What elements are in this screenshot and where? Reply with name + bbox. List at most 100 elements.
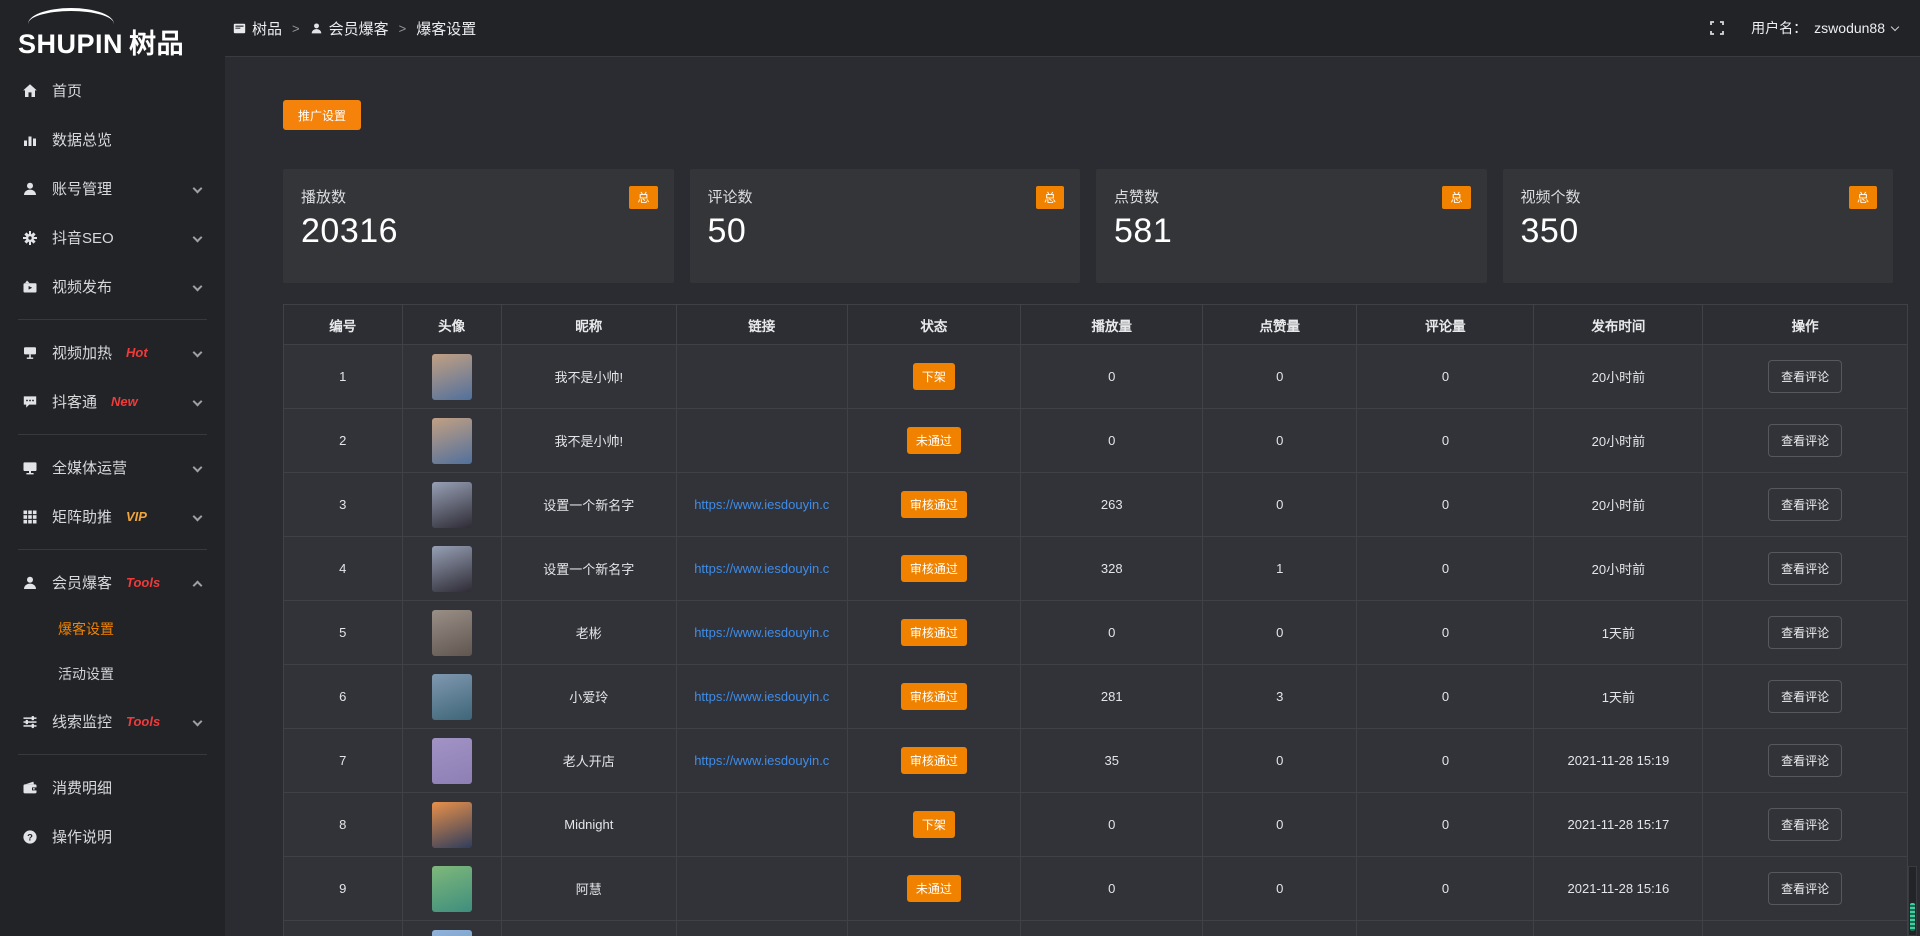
- table-header-row: 编号头像昵称链接状态播放量点赞量评论量发布时间操作: [284, 305, 1908, 345]
- sidebar-item-label: 账号管理: [52, 178, 112, 199]
- column-header: 状态: [847, 305, 1021, 345]
- sidebar-item-video-publish[interactable]: 视频发布: [0, 262, 225, 311]
- avatar: [432, 482, 472, 528]
- avatar-cell: [402, 601, 501, 665]
- username: zswodun88: [1814, 20, 1885, 36]
- sidebar-item-data-overview[interactable]: 数据总览: [0, 115, 225, 164]
- sidebar-item-account-management[interactable]: 账号管理: [0, 164, 225, 213]
- promo-settings-button[interactable]: 推广设置: [283, 100, 361, 130]
- view-comments-button[interactable]: 查看评论: [1768, 744, 1842, 777]
- status-badge: 审核通过: [901, 491, 967, 518]
- link-cell: https://www.iesdouyin.c: [677, 537, 848, 601]
- user-icon: [310, 22, 323, 35]
- sidebar-subitem-baoke-settings[interactable]: 爆客设置: [0, 607, 225, 652]
- plays-cell: 0: [1021, 345, 1203, 409]
- breadcrumb-item[interactable]: 会员爆客: [310, 18, 389, 39]
- sidebar-item-media-operations[interactable]: 全媒体运营: [0, 443, 225, 492]
- member-icon: [22, 575, 38, 591]
- sidebar-item-badge: Tools: [126, 714, 160, 729]
- home-icon: [22, 83, 38, 99]
- video-link[interactable]: https://www.iesdouyin.c: [683, 689, 841, 704]
- row-id-cell: 5: [284, 601, 403, 665]
- column-header: 点赞量: [1203, 305, 1357, 345]
- avatar-cell: [402, 665, 501, 729]
- table-head: 编号头像昵称链接状态播放量点赞量评论量发布时间操作: [284, 305, 1908, 345]
- scrollbar-track[interactable]: [1908, 866, 1917, 936]
- grid-icon: [22, 509, 38, 525]
- likes-cell: 0: [1203, 473, 1357, 537]
- video-link[interactable]: https://www.iesdouyin.c: [683, 753, 841, 768]
- status-cell: 未通过: [847, 857, 1021, 921]
- status-badge: 下架: [913, 363, 955, 390]
- view-comments-button[interactable]: 查看评论: [1768, 488, 1842, 521]
- scrollbar-thumb[interactable]: [1910, 903, 1915, 931]
- video-link[interactable]: https://www.iesdouyin.c: [683, 497, 841, 512]
- sidebar-submenu-member-baoke: 爆客设置活动设置: [0, 607, 225, 697]
- total-badge: 总: [1036, 186, 1064, 209]
- help-icon: ?: [22, 829, 38, 845]
- chevron-down-icon: [193, 463, 203, 473]
- sidebar-item-member-baoke[interactable]: 会员爆客Tools: [0, 558, 225, 607]
- action-cell: 查看评论: [1703, 665, 1908, 729]
- sidebar-subitem-activity-settings[interactable]: 活动设置: [0, 652, 225, 697]
- stat-card-label: 视频个数: [1521, 186, 1876, 207]
- sidebar-item-douketong[interactable]: 抖客通New: [0, 377, 225, 426]
- status-badge: 未通过: [907, 875, 961, 902]
- video-link[interactable]: https://www.iesdouyin.c: [683, 561, 841, 576]
- status-badge: 未通过: [907, 427, 961, 454]
- sidebar-divider: [18, 549, 207, 550]
- likes-cell: [1203, 921, 1357, 936]
- view-comments-button[interactable]: 查看评论: [1768, 616, 1842, 649]
- view-comments-button[interactable]: 查看评论: [1768, 360, 1842, 393]
- view-comments-button[interactable]: 查看评论: [1768, 680, 1842, 713]
- table-row: 3设置一个新名字https://www.iesdouyin.c审核通过26300…: [284, 473, 1908, 537]
- user-icon: [22, 181, 38, 197]
- sidebar-item-douyin-seo[interactable]: 抖音SEO: [0, 213, 225, 262]
- link-cell: https://www.iesdouyin.c: [677, 729, 848, 793]
- stat-card-label: 播放数: [301, 186, 656, 207]
- breadcrumb-label: 爆客设置: [416, 18, 476, 39]
- status-cell: 下架: [847, 345, 1021, 409]
- video-link[interactable]: https://www.iesdouyin.c: [683, 625, 841, 640]
- status-badge: 审核通过: [901, 683, 967, 710]
- row-id-cell: 6: [284, 665, 403, 729]
- view-comments-button[interactable]: 查看评论: [1768, 808, 1842, 841]
- username-label: 用户名：: [1751, 18, 1807, 38]
- fullscreen-icon[interactable]: [1709, 20, 1725, 36]
- plays-cell: [1021, 921, 1203, 936]
- topbar-right: 用户名： zswodun88: [1709, 18, 1898, 38]
- view-comments-button[interactable]: 查看评论: [1768, 872, 1842, 905]
- sidebar-item-home[interactable]: 首页: [0, 66, 225, 115]
- status-cell: 审核通过: [847, 537, 1021, 601]
- link-cell: [677, 409, 848, 473]
- table-row: 7老人开店https://www.iesdouyin.c审核通过35002021…: [284, 729, 1908, 793]
- sidebar-item-operation-guide[interactable]: ?操作说明: [0, 812, 225, 861]
- link-cell: https://www.iesdouyin.c: [677, 601, 848, 665]
- view-comments-button[interactable]: 查看评论: [1768, 424, 1842, 457]
- row-id-cell: 8: [284, 793, 403, 857]
- avatar: [432, 674, 472, 720]
- avatar: [432, 930, 472, 936]
- chevron-down-icon: [193, 397, 203, 407]
- stat-card-value: 20316: [301, 212, 656, 251]
- sidebar-item-clue-monitoring[interactable]: 线索监控Tools: [0, 697, 225, 746]
- plays-cell: 0: [1021, 601, 1203, 665]
- breadcrumb-item[interactable]: 树品: [233, 18, 282, 39]
- sidebar-item-consumption-details[interactable]: 消费明细: [0, 763, 225, 812]
- view-comments-button[interactable]: 查看评论: [1768, 552, 1842, 585]
- status-cell: [847, 921, 1021, 936]
- user-menu[interactable]: 用户名： zswodun88: [1751, 18, 1898, 38]
- action-cell: 查看评论: [1703, 857, 1908, 921]
- avatar: [432, 802, 472, 848]
- sidebar-item-matrix-boost[interactable]: 矩阵助推VIP: [0, 492, 225, 541]
- table-row: 4设置一个新名字https://www.iesdouyin.c审核通过32810…: [284, 537, 1908, 601]
- panel-icon: [233, 22, 246, 35]
- publish-time-cell: 20小时前: [1534, 345, 1703, 409]
- publish-time-cell: [1534, 921, 1703, 936]
- sidebar-divider: [18, 434, 207, 435]
- avatar-cell: [402, 793, 501, 857]
- stat-card-label: 点赞数: [1114, 186, 1469, 207]
- table-row: 1我不是小帅!下架00020小时前查看评论: [284, 345, 1908, 409]
- sidebar-item-video-heating[interactable]: 视频加热Hot: [0, 328, 225, 377]
- action-cell: 查看评论: [1703, 601, 1908, 665]
